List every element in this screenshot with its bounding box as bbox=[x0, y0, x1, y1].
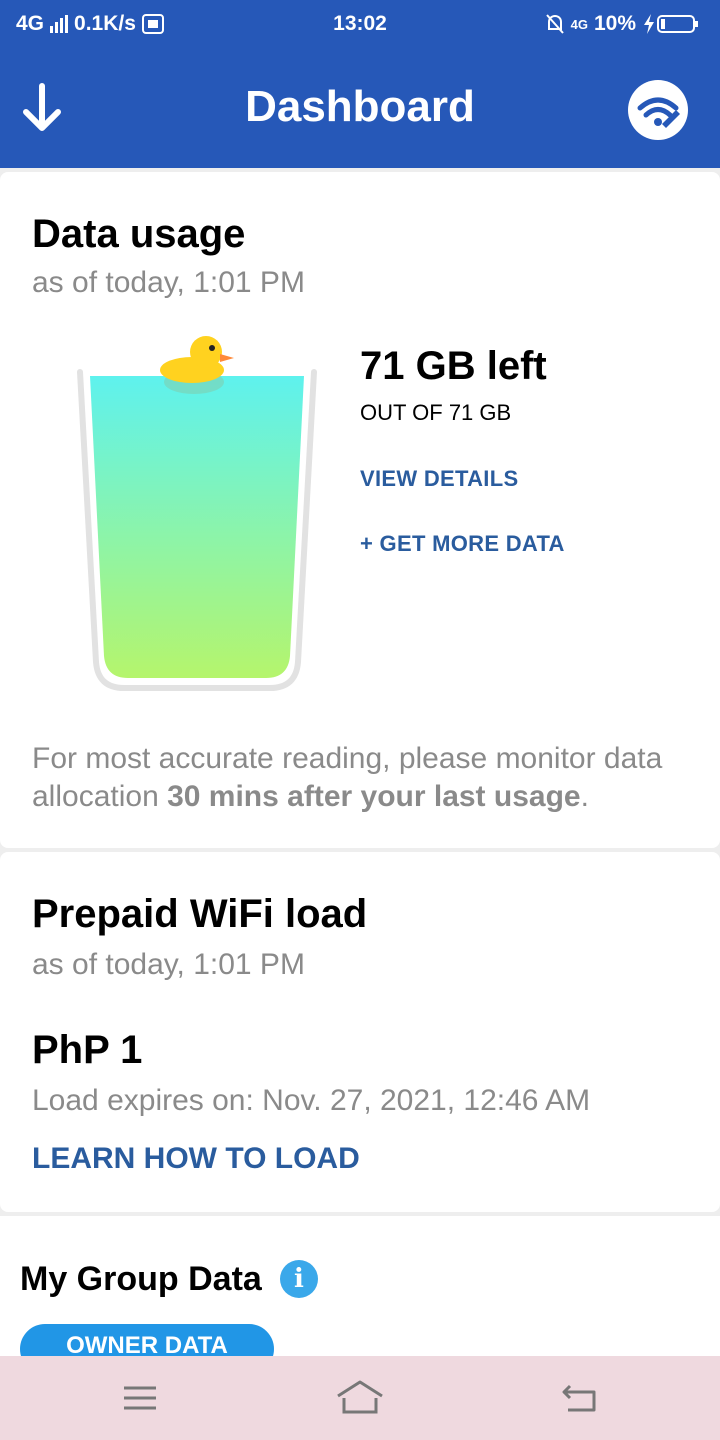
learn-how-to-load-link[interactable]: LEARN HOW TO LOAD bbox=[32, 1142, 360, 1176]
prepaid-timestamp: as of today, 1:01 PM bbox=[32, 948, 305, 981]
data-usage-timestamp: as of today, 1:01 PM bbox=[32, 266, 305, 299]
mobile-data-indicator: 4G bbox=[570, 16, 588, 32]
data-usage-card: Data usage as of today, 1:01 PM 71 GB le… bbox=[0, 172, 720, 848]
usage-note-bold: 30 mins after your last usage bbox=[167, 780, 581, 813]
data-usage-title: Data usage bbox=[32, 212, 246, 256]
info-icon[interactable]: i bbox=[280, 1260, 318, 1298]
menu-button[interactable] bbox=[116, 1378, 164, 1418]
battery-charging-icon bbox=[644, 14, 698, 34]
page-title: Dashboard bbox=[245, 82, 475, 131]
menu-icon bbox=[124, 1386, 156, 1410]
system-nav-bar bbox=[0, 1356, 720, 1440]
back-button[interactable] bbox=[556, 1378, 604, 1418]
data-total: OUT OF 71 GB bbox=[360, 400, 512, 425]
load-balance: PhP 1 bbox=[32, 1028, 143, 1072]
data-glass-graphic bbox=[77, 336, 317, 691]
prepaid-title: Prepaid WiFi load bbox=[32, 892, 368, 936]
data-remaining: 71 GB left bbox=[360, 344, 547, 388]
water-fill bbox=[90, 376, 304, 678]
home-icon bbox=[337, 1380, 383, 1414]
prepaid-load-card: Prepaid WiFi load as of today, 1:01 PM P… bbox=[0, 852, 720, 1212]
group-data-title: My Group Data bbox=[20, 1260, 262, 1298]
status-bar: 4G 0.1K/s 13:02 4G 10% bbox=[0, 0, 720, 50]
battery-percent: 10% bbox=[593, 12, 636, 35]
get-more-data-link[interactable]: + GET MORE DATA bbox=[360, 531, 565, 557]
load-expiry: Load expires on: Nov. 27, 2021, 12:46 AM bbox=[32, 1084, 591, 1117]
usage-note: For most accurate reading, please monito… bbox=[32, 740, 692, 816]
home-button[interactable] bbox=[334, 1378, 386, 1418]
wifi-settings-button[interactable] bbox=[628, 80, 688, 140]
view-details-link[interactable]: VIEW DETAILS bbox=[360, 466, 518, 492]
wifi-tool-icon bbox=[637, 97, 680, 128]
notifications-off-icon bbox=[545, 14, 564, 34]
back-icon bbox=[562, 1384, 596, 1412]
app-bar: Dashboard bbox=[0, 50, 720, 168]
group-data-section: My Group Data i OWNER DATA bbox=[0, 1216, 720, 1374]
usage-note-suffix: . bbox=[580, 780, 589, 813]
